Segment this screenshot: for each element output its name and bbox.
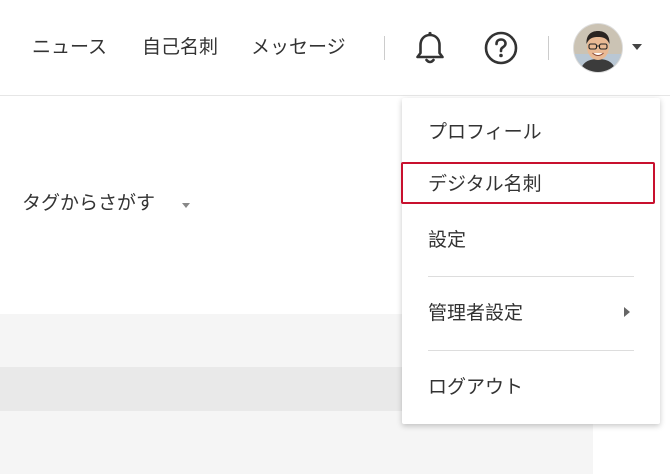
nav-messages-link[interactable]: メッセージ: [251, 34, 346, 60]
menu-item-digital-business-card[interactable]: デジタル名刺: [401, 162, 660, 210]
menu-item-logout[interactable]: ログアウト: [402, 363, 660, 411]
menu-item-settings[interactable]: 設定: [402, 216, 660, 264]
app-window: ニュース 自己名刺 メッセージ タグからさがす プロフィール デジタル名刺 設定…: [0, 0, 670, 474]
chevron-right-icon: [624, 307, 630, 317]
nav-news-link[interactable]: ニュース: [32, 34, 107, 60]
menu-item-admin-settings[interactable]: 管理者設定: [402, 289, 660, 337]
header-divider: [384, 36, 385, 60]
top-header: ニュース 自己名刺 メッセージ: [0, 0, 670, 96]
help-button[interactable]: [481, 28, 521, 68]
menu-item-profile[interactable]: プロフィール: [402, 108, 660, 156]
user-photo: [574, 24, 622, 72]
nav-business-card-link[interactable]: 自己名刺: [142, 34, 218, 60]
menu-item-label: デジタル名刺: [428, 173, 542, 195]
menu-divider: [428, 276, 634, 277]
notifications-button[interactable]: [410, 28, 450, 68]
bell-icon: [416, 31, 444, 64]
avatar: [574, 24, 622, 72]
menu-item-label: 設定: [428, 229, 467, 251]
tag-search-dropdown[interactable]: タグからさがす: [22, 190, 155, 216]
chevron-down-icon: [632, 44, 642, 50]
header-divider: [548, 36, 549, 60]
account-menu-button[interactable]: [574, 24, 646, 72]
question-circle-icon: [484, 31, 518, 65]
menu-item-label: 管理者設定: [428, 302, 524, 324]
menu-divider: [428, 350, 634, 351]
menu-item-label: ログアウト: [428, 376, 524, 398]
menu-item-label: プロフィール: [428, 121, 542, 143]
user-dropdown-menu: プロフィール デジタル名刺 設定 管理者設定 ログアウト: [401, 98, 660, 424]
caret-down-icon: [182, 203, 190, 208]
